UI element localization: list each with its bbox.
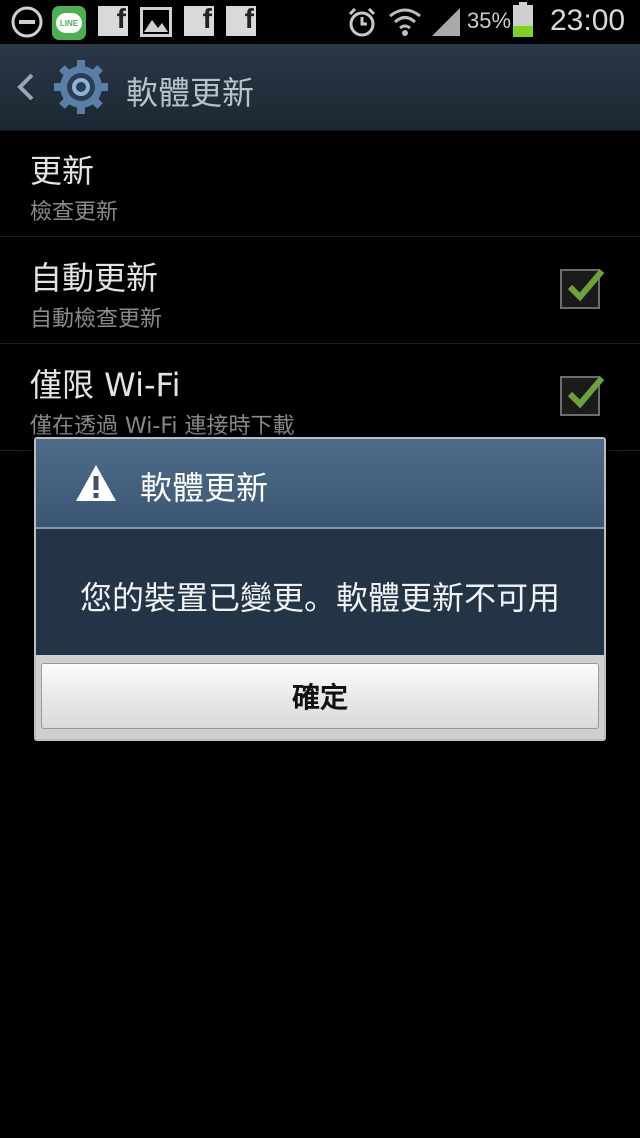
alert-dialog: 軟體更新 您的裝置已變更。軟體更新不可用 確定 <box>34 437 606 741</box>
dialog-body: 您的裝置已變更。軟體更新不可用 <box>36 529 604 655</box>
setting-subtitle: 檢查更新 <box>30 200 119 225</box>
alarm-icon <box>346 6 378 38</box>
ok-button[interactable]: 確定 <box>41 663 599 729</box>
setting-title: 更新 <box>30 152 95 190</box>
page-title: 軟體更新 <box>126 74 255 112</box>
line-app-icon: LINE <box>52 6 86 40</box>
battery-percent: 35% <box>467 8 512 33</box>
wifi-icon <box>388 6 422 38</box>
auto-update-checkbox[interactable] <box>560 269 605 309</box>
checkmark-icon <box>567 269 605 302</box>
facebook-icon: f <box>226 3 256 36</box>
facebook-icon: f <box>184 3 214 36</box>
setting-update[interactable]: 更新 檢查更新 <box>0 130 640 237</box>
signal-icon <box>430 6 462 38</box>
setting-auto-update[interactable]: 自動更新 自動檢查更新 <box>0 237 640 344</box>
line-badge-text: LINE <box>56 13 82 33</box>
checkmark-icon <box>567 376 605 409</box>
dialog-header: 軟體更新 <box>36 439 604 529</box>
wifi-only-checkbox[interactable] <box>560 376 605 416</box>
setting-title: 僅限 Wi-Fi <box>30 366 181 404</box>
warning-icon <box>74 463 118 503</box>
dialog-title: 軟體更新 <box>140 469 269 507</box>
status-clock: 23:00 <box>550 4 626 37</box>
setting-wifi-only[interactable]: 僅限 Wi-Fi 僅在透過 Wi-Fi 連接時下載 <box>0 344 640 451</box>
back-icon[interactable] <box>14 71 38 103</box>
setting-title: 自動更新 <box>30 259 159 297</box>
dialog-message: 您的裝置已變更。軟體更新不可用 <box>79 579 560 617</box>
settings-list: 更新 檢查更新 自動更新 自動檢查更新 僅限 Wi-Fi 僅在透過 Wi-Fi … <box>0 130 640 451</box>
battery-icon <box>512 2 534 37</box>
action-bar: 軟體更新 <box>0 44 640 131</box>
gallery-icon <box>140 6 172 38</box>
facebook-icon: f <box>98 3 128 36</box>
status-bar: LINE f f f 35% 23:00 <box>0 0 640 44</box>
setting-subtitle: 僅在透過 Wi-Fi 連接時下載 <box>30 414 295 439</box>
dialog-footer: 確定 <box>36 655 604 739</box>
setting-subtitle: 自動檢查更新 <box>30 307 163 332</box>
minus-circle-icon <box>10 6 44 38</box>
settings-gear-icon[interactable] <box>52 58 110 116</box>
